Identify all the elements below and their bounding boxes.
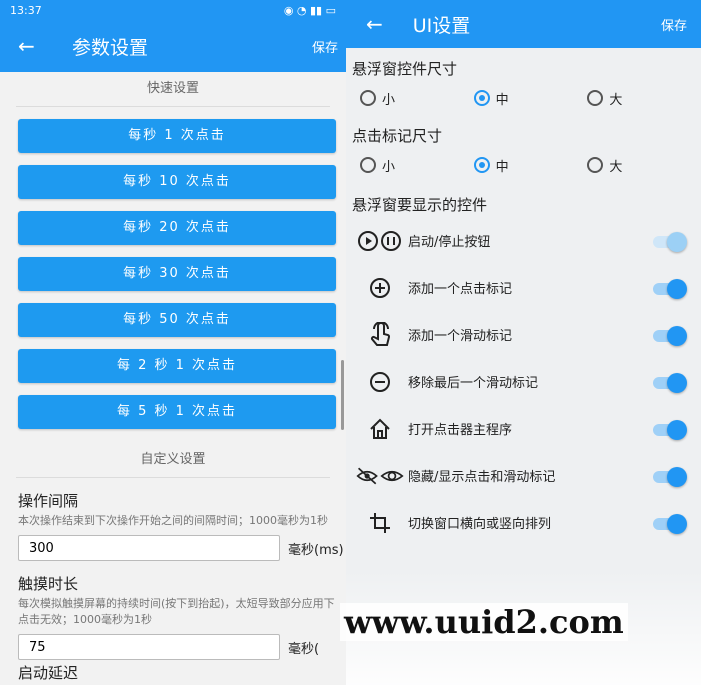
controls-label: 悬浮窗要显示的控件: [352, 196, 488, 214]
controls-list: 启动/停止按钮添加一个点击标记 添加一个滑动标记移除最后一个滑动标记 打开点击器主程…: [346, 217, 701, 546]
control-toggle-switch[interactable]: [653, 466, 687, 487]
control-toggle-switch[interactable]: [653, 231, 687, 252]
radio-label: 小: [382, 92, 396, 108]
control-toggle-switch[interactable]: [653, 419, 687, 440]
control-row: 移除最后一个滑动标记: [346, 358, 701, 405]
start-delay-label: 启动延迟: [18, 664, 79, 682]
radio-circle-icon: [587, 157, 604, 173]
ui-settings-app-bar: ← UI设置 保存: [346, 0, 701, 48]
quick-button[interactable]: 每秒 1 次点击: [18, 119, 336, 153]
interval-input[interactable]: [18, 535, 280, 561]
app-bar: ← 参数设置 保存: [0, 20, 346, 72]
control-row: 隐藏/显示点击和滑动标记: [346, 452, 701, 499]
page-title: 参数设置: [72, 36, 149, 59]
touch-duration-description: 每次模拟触摸屏幕的持续时间(按下到抬起)，太短导致部分应用下点击无效；1000毫…: [18, 597, 335, 626]
radio-circle-icon: [587, 90, 604, 106]
radio-label: 大: [609, 92, 623, 108]
mark-size-label: 点击标记尺寸: [352, 127, 443, 145]
quick-button-list: 每秒 1 次点击 每秒 10 次点击 每秒 20 次点击 每秒 30 次点击 每秒 50…: [0, 119, 346, 429]
interval-unit: 毫秒(ms): [288, 542, 344, 558]
quick-button[interactable]: 每秒 20 次点击: [18, 211, 336, 245]
radio-label: 中: [495, 159, 509, 175]
control-label: 隐藏/显示点击和滑动标记: [408, 470, 556, 485]
control-row: 添加一个点击标记: [346, 264, 701, 311]
control-row: 启动/停止按钮: [346, 217, 701, 264]
control-label: 添加一个滑动标记: [408, 329, 513, 344]
mark-size-radio-group: 小中大: [360, 146, 701, 184]
ui-settings-title: UI设置: [412, 14, 471, 37]
minus-circle-icon: [356, 370, 404, 394]
save-button[interactable]: 保存: [312, 37, 338, 56]
quick-button[interactable]: 每秒 30 次点击: [18, 257, 336, 291]
back-arrow-icon[interactable]: ←: [18, 34, 42, 58]
scrollbar[interactable]: [341, 360, 344, 430]
back-arrow-icon[interactable]: ←: [366, 12, 383, 36]
crop-rotate-icon: [356, 511, 404, 535]
control-label: 移除最后一个滑动标记: [408, 376, 539, 391]
radio-label: 中: [495, 92, 509, 108]
control-label: 切换窗口横向或竖向排列: [408, 517, 552, 532]
quick-button[interactable]: 每 5 秒 1 次点击: [18, 395, 336, 429]
widget-size-label: 悬浮窗控件尺寸: [352, 60, 458, 78]
widget-size-option[interactable]: 小: [360, 89, 474, 108]
touch-duration-label: 触摸时长: [18, 575, 79, 593]
quick-settings-title: 快速设置: [16, 72, 330, 107]
radio-circle-icon: [473, 157, 490, 173]
control-label: 打开点击器主程序: [408, 423, 513, 438]
control-toggle-switch[interactable]: [653, 325, 687, 346]
widget-size-option[interactable]: 大: [587, 89, 701, 108]
control-toggle-switch[interactable]: [653, 372, 687, 393]
home-icon: [356, 417, 404, 441]
widget-size-option[interactable]: 中: [473, 89, 588, 108]
control-label: 添加一个点击标记: [408, 282, 513, 297]
status-icons: ◉ ◔ ▮▮ ▭: [283, 3, 336, 17]
interval-description: 本次操作结束到下次操作开始之间的间隔时间；1000毫秒为1秒: [18, 514, 328, 527]
mark-size-option[interactable]: 大: [587, 156, 701, 175]
radio-label: 小: [382, 159, 396, 175]
interval-label: 操作间隔: [18, 492, 79, 510]
touch-duration-unit: 毫秒(: [288, 641, 320, 657]
control-row: 切换窗口横向或竖向排列: [346, 499, 701, 546]
control-row: 添加一个滑动标记: [346, 311, 701, 358]
radio-circle-icon: [473, 90, 490, 106]
quick-button[interactable]: 每秒 10 次点击: [18, 165, 336, 199]
control-toggle-switch[interactable]: [653, 278, 687, 299]
left-screen: 13:37 ◉ ◔ ▮▮ ▭ ← 参数设置 保存 快速设置 每秒 1 次点击 每秒…: [0, 0, 346, 685]
control-label: 启动/停止按钮: [408, 235, 491, 250]
radio-circle-icon: [360, 90, 376, 106]
control-toggle-switch[interactable]: [653, 513, 687, 534]
radio-label: 大: [609, 159, 623, 175]
swipe-hand-icon: [356, 321, 404, 348]
widget-size-radio-group: 小中大: [360, 79, 701, 117]
plus-circle-icon: [356, 276, 404, 300]
play-pause-icon: [356, 229, 404, 253]
quick-button[interactable]: 每 2 秒 1 次点击: [18, 349, 336, 383]
eye-toggle-icon: [356, 464, 404, 488]
radio-circle-icon: [360, 157, 376, 173]
quick-button[interactable]: 每秒 50 次点击: [18, 303, 336, 337]
status-bar: 13:37 ◉ ◔ ▮▮ ▭: [0, 0, 346, 20]
mark-size-option[interactable]: 小: [360, 156, 474, 175]
watermark-text: www.uuid2.com: [340, 603, 628, 641]
touch-duration-input[interactable]: [18, 634, 280, 660]
custom-settings-title: 自定义设置: [16, 443, 330, 478]
status-time: 13:37: [10, 3, 42, 17]
control-row: 打开点击器主程序: [346, 405, 701, 452]
mark-size-option[interactable]: 中: [473, 156, 588, 175]
save-button[interactable]: 保存: [661, 15, 687, 34]
